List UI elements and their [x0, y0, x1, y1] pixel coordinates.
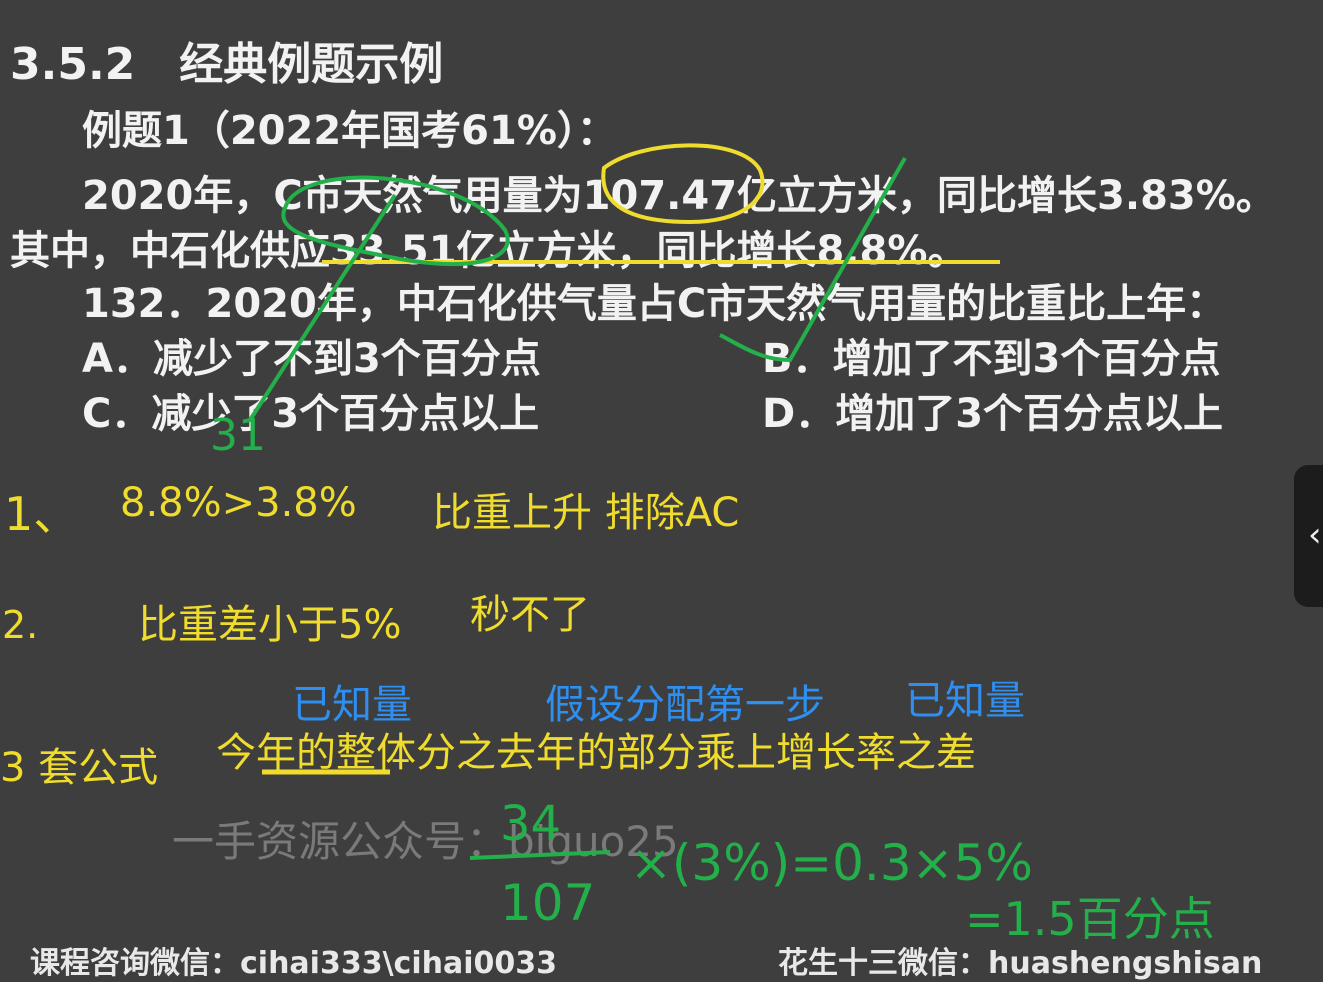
calc-denominator: 107: [500, 874, 595, 932]
chevron-left-icon: ‹: [1308, 515, 1322, 555]
green-loop-mark: [281, 175, 510, 267]
green-slash-mark: [248, 193, 397, 422]
calc-fraction-bar: [469, 850, 611, 860]
calc-result: =1.5百分点: [965, 892, 1215, 946]
green-mark-a: 31: [210, 410, 266, 461]
handwriting-layer: 31 34 107 ×(3%)=0.3×5% =1.5百分点: [210, 143, 1215, 946]
side-panel-toggle[interactable]: ‹: [1294, 465, 1323, 607]
calc-expression: ×(3%)=0.3×5%: [630, 834, 1033, 892]
green-check-mark: [719, 157, 907, 363]
circle-107-mark: [601, 143, 765, 225]
calc-numerator: 34: [500, 796, 561, 852]
